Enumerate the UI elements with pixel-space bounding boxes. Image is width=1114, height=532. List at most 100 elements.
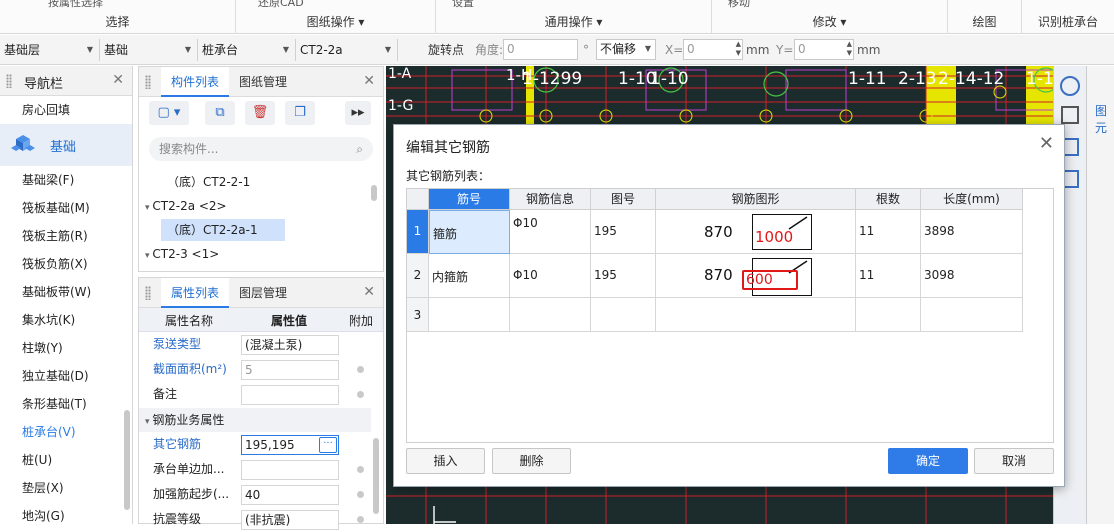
row-number[interactable]: 2	[407, 254, 429, 298]
property-scrollbar[interactable]	[373, 438, 379, 514]
component-scrollbar[interactable]	[371, 185, 377, 201]
property-value[interactable]	[241, 460, 339, 480]
element-select[interactable]: CT2-2a ▼	[296, 39, 398, 61]
x-input[interactable]: 0 ▲ ▼	[683, 39, 743, 60]
rebar-shape-cell[interactable]: 870 600	[656, 254, 856, 298]
property-value[interactable]: (非抗震)	[241, 510, 339, 530]
floor-select[interactable]: 基础层 ▼	[0, 39, 100, 61]
property-row[interactable]: 抗震等级 (非抗震)	[139, 507, 371, 532]
tree-item[interactable]: （底）CT2-2-1	[167, 171, 250, 193]
nav-item[interactable]: 地沟(G)	[0, 502, 132, 530]
spinner-icon[interactable]: ▲ ▼	[847, 40, 852, 58]
orbit-icon[interactable]	[1060, 76, 1080, 96]
rebar-shape-cell[interactable]	[656, 298, 856, 332]
rebar-name-cell[interactable]	[429, 298, 510, 332]
spinner-icon[interactable]: ▲ ▼	[736, 40, 741, 58]
property-row[interactable]: 截面面积(m²) 5	[139, 357, 371, 382]
cube-icon[interactable]	[1061, 106, 1079, 124]
rebar-info-cell[interactable]: Φ10	[510, 210, 591, 254]
property-row[interactable]: 泵送类型 (混凝土泵)	[139, 332, 371, 357]
checkbox-dot[interactable]	[357, 516, 364, 523]
shape-dim-height-highlighted[interactable]: 600	[742, 270, 798, 290]
cancel-button[interactable]: 取消	[974, 448, 1054, 474]
figure-no-cell[interactable]: 195	[591, 254, 656, 298]
search-icon[interactable]: ⌕	[356, 137, 363, 161]
ok-button[interactable]: 确定	[888, 448, 968, 474]
drag-handle-icon[interactable]	[6, 74, 12, 88]
shape-dim-width[interactable]: 870	[704, 223, 733, 241]
nav-item[interactable]: 基础板带(W)	[0, 278, 132, 306]
rebar-info-cell[interactable]: Φ10	[510, 254, 591, 298]
tab-drawing-manage[interactable]: 图纸管理	[229, 67, 297, 97]
ribbon-group-top[interactable]: 按属性选择	[48, 0, 103, 10]
component-search-input[interactable]: 搜索构件... ⌕	[149, 137, 373, 161]
rebar-name-cell[interactable]: 箍筋	[429, 210, 510, 254]
nav-item[interactable]: 基础梁(F)	[0, 166, 132, 194]
property-value[interactable]	[241, 385, 339, 405]
tab-property-list[interactable]: 属性列表	[161, 278, 230, 308]
delete-button[interactable]: 删除	[492, 448, 571, 474]
column-header[interactable]: 钢筋信息	[510, 189, 591, 210]
nav-scrollbar[interactable]	[124, 410, 130, 510]
angle-input[interactable]: 0	[503, 39, 578, 60]
rebar-info-cell[interactable]	[510, 298, 591, 332]
element-tab[interactable]: 图元	[1095, 102, 1114, 136]
figure-no-cell[interactable]: 195	[591, 210, 656, 254]
nav-item[interactable]: 条形基础(T)	[0, 390, 132, 418]
column-header[interactable]: 长度(mm)	[921, 189, 1023, 210]
column-header[interactable]: 钢筋图形	[656, 189, 856, 210]
column-header[interactable]: 筋号	[429, 189, 510, 210]
property-value[interactable]: 5	[241, 360, 339, 380]
checkbox-dot[interactable]	[357, 391, 364, 398]
type-select[interactable]: 桩承台 ▼	[198, 39, 296, 61]
y-input[interactable]: 0 ▲ ▼	[794, 39, 854, 60]
rebar-shape-cell[interactable]: 870 1000	[656, 210, 856, 254]
nav-item[interactable]: 垫层(X)	[0, 474, 132, 502]
count-cell[interactable]	[856, 298, 921, 332]
shape-dim-height[interactable]: 1000	[755, 228, 793, 246]
tab-component-list[interactable]: 构件列表	[161, 67, 230, 97]
insert-button[interactable]: 插入	[406, 448, 485, 474]
checkbox-dot[interactable]	[357, 466, 364, 473]
close-icon[interactable]: ✕	[112, 72, 124, 88]
close-icon[interactable]: ✕	[1039, 133, 1054, 154]
ellipsis-button[interactable]: ···	[319, 437, 337, 453]
column-header[interactable]: 图号	[591, 189, 656, 210]
drag-handle-icon[interactable]	[145, 286, 151, 300]
property-row[interactable]: 其它钢筋 195,195 ···	[139, 432, 371, 457]
ribbon-group-recognize[interactable]: 识别桩承台	[1022, 0, 1114, 34]
category-select[interactable]: 基础 ▼	[100, 39, 198, 61]
property-row[interactable]: 加强筋起步(... 40	[139, 482, 371, 507]
nav-item[interactable]: 房心回填	[0, 96, 132, 124]
column-header[interactable]: 根数	[856, 189, 921, 210]
close-icon[interactable]: ✕	[363, 284, 375, 300]
nav-item[interactable]: 柱墩(Y)	[0, 334, 132, 362]
delete-component-button[interactable]: 🗑	[245, 101, 275, 125]
ribbon-group-modify[interactable]: 移动 修改 ▾	[712, 0, 948, 34]
nav-item[interactable]: 桩(U)	[0, 446, 132, 474]
nav-item[interactable]: 筏板负筋(X)	[0, 250, 132, 278]
nav-item-active[interactable]: 桩承台(V)	[0, 418, 132, 446]
ribbon-group-top[interactable]: 设置	[452, 0, 474, 10]
property-row[interactable]: 备注	[139, 382, 371, 407]
row-number[interactable]: 1	[407, 210, 429, 254]
nav-item-foundation[interactable]: 基础	[0, 124, 132, 166]
tab-layer-manage[interactable]: 图层管理	[229, 278, 297, 308]
copy-component-button[interactable]: ⧉	[205, 101, 235, 125]
row-number[interactable]: 3	[407, 298, 429, 332]
rebar-name-cell[interactable]: 内箍筋	[429, 254, 510, 298]
property-value[interactable]: (混凝土泵)	[241, 335, 339, 355]
new-component-button[interactable]: ▢ ▾	[149, 101, 189, 125]
property-row[interactable]: 承台单边加...	[139, 457, 371, 482]
checkbox-dot[interactable]	[357, 491, 364, 498]
property-value[interactable]: 40	[241, 485, 339, 505]
ribbon-group-select[interactable]: 按属性选择 选择	[0, 0, 236, 34]
ribbon-group-draw[interactable]: 绘图	[948, 0, 1022, 34]
count-cell[interactable]: 11	[856, 254, 921, 298]
offset-select[interactable]: 不偏移 ▼	[596, 39, 656, 60]
ribbon-group-top[interactable]: 移动	[728, 0, 750, 10]
shape-dim-width[interactable]: 870	[704, 266, 733, 284]
duplicate-component-button[interactable]: ❐	[285, 101, 315, 125]
tree-group[interactable]: ▾ CT2-2a <2>	[145, 195, 227, 217]
nav-item[interactable]: 筏板基础(M)	[0, 194, 132, 222]
